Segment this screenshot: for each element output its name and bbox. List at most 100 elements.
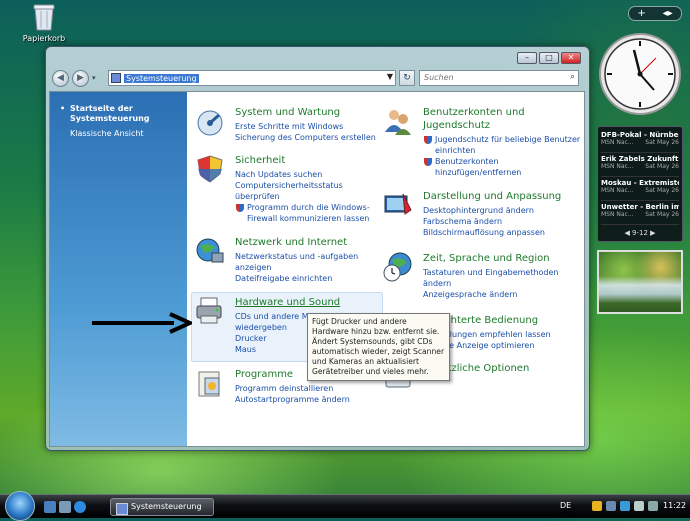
news-date: Sat May 26 [645, 211, 679, 218]
language-indicator[interactable]: DE [560, 501, 571, 510]
user-accounts-icon [383, 106, 413, 136]
task-link[interactable]: Dateifreigabe einrichten [235, 273, 385, 284]
category-title[interactable]: Zeit, Sprache und Region [423, 252, 583, 265]
taskbar-button-systemsteuerung[interactable]: Systemsteuerung [110, 498, 214, 516]
internet-explorer-icon[interactable] [74, 501, 86, 513]
task-link[interactable]: Sicherung des Computers erstellen [235, 132, 385, 143]
news-headline: DFB-Pokal - Nürnber... [601, 131, 679, 139]
news-source: MSN Nac... [601, 163, 634, 170]
category-security[interactable]: Sicherheit Nach Updates suchen Computers… [195, 154, 385, 224]
gadget-nav-icon[interactable]: ◂▸ [663, 8, 673, 19]
category-system[interactable]: System und Wartung Erste Schritte mit Wi… [195, 106, 385, 143]
task-link-admin[interactable]: Benutzerkonten hinzufügen/entfernen [423, 156, 583, 178]
task-link[interactable]: Farbschema ändern [423, 216, 583, 227]
recycle-bin-icon [32, 2, 56, 32]
gadget-toolbar: + ◂▸ [628, 6, 682, 21]
security-shield-icon [195, 154, 225, 184]
security-alert-icon[interactable] [592, 501, 602, 511]
news-headline: Moskau - Extremiste... [601, 179, 679, 187]
recent-pages-dropdown-icon[interactable]: ▾ [92, 74, 96, 82]
programs-icon [195, 368, 225, 398]
appearance-icon [383, 190, 413, 220]
task-link[interactable]: Netzwerkstatus und -aufgaben anzeigen [235, 251, 385, 273]
news-date: Sat May 26 [645, 163, 679, 170]
category-time-language[interactable]: Zeit, Sprache und Region Tastaturen und … [383, 252, 583, 300]
news-item[interactable]: Unwetter - Berlin im... MSN Nac... Sat Ma… [601, 201, 679, 225]
minimize-button[interactable]: – [517, 52, 537, 64]
task-link[interactable]: Tastaturen und Eingabemethoden ändern [423, 267, 583, 289]
start-button[interactable] [5, 491, 35, 521]
news-item[interactable]: Erik Zabels Zukunft -... MSN Nac... Sat M… [601, 153, 679, 177]
clock-globe-icon [383, 252, 413, 282]
category-title[interactable]: Sicherheit [235, 154, 385, 167]
tray-app-icon[interactable] [606, 501, 616, 511]
content-area: Startseite der Systemsteuerung Klassisch… [49, 91, 585, 447]
clock-time[interactable]: 11:22 [663, 501, 686, 510]
news-date: Sat May 26 [645, 187, 679, 194]
category-title[interactable]: Netzwerk und Internet [235, 236, 385, 249]
task-link[interactable]: Computersicherheitsstatus überprüfen [235, 180, 385, 202]
search-icon[interactable]: ⌕ [570, 72, 575, 82]
task-link[interactable]: Anzeigesprache ändern [423, 289, 583, 300]
task-link[interactable]: Autostartprogramme ändern [235, 394, 385, 405]
system-maintenance-icon [195, 106, 225, 136]
back-button[interactable]: ◀ [52, 69, 69, 87]
add-gadget-icon[interactable]: + [637, 8, 645, 19]
sidebar-item-home[interactable]: Startseite der Systemsteuerung [58, 104, 179, 124]
news-item[interactable]: Moskau - Extremiste... MSN Nac... Sat May… [601, 177, 679, 201]
news-pager-label: 9-12 [632, 229, 648, 237]
annotation-arrow-icon [92, 312, 192, 334]
category-title[interactable]: Hardware und Sound [235, 296, 385, 309]
forward-button[interactable]: ▶ [72, 69, 89, 87]
category-title[interactable]: Benutzerkonten und Jugendschutz [423, 106, 583, 132]
category-panel: System und Wartung Erste Schritte mit Wi… [187, 92, 584, 446]
search-placeholder: Suchen [424, 73, 454, 82]
news-source: MSN Nac... [601, 187, 634, 194]
volume-icon[interactable] [634, 501, 644, 511]
news-source: MSN Nac... [601, 211, 634, 218]
news-pager[interactable]: ◀ 9-12 ▶ [601, 229, 679, 237]
address-text: Systemsteuerung [124, 73, 199, 83]
hardware-sound-tooltip: Fügt Drucker und andere Hardware hinzu b… [307, 313, 450, 381]
category-network[interactable]: Netzwerk und Internet Netzwerkstatus und… [195, 236, 385, 284]
taskbar: Systemsteuerung DE 11:22 [0, 491, 690, 521]
address-bar[interactable]: Systemsteuerung ▼ [108, 70, 396, 86]
news-source: MSN Nac... [601, 139, 634, 146]
task-link-admin[interactable]: Jugendschutz für beliebige Benutzer einr… [423, 134, 583, 156]
recycle-bin-desktop-icon[interactable]: Papierkorb [22, 2, 66, 43]
task-link[interactable]: Erste Schritte mit Windows [235, 121, 385, 132]
news-item[interactable]: DFB-Pokal - Nürnber... MSN Nac... Sat May… [601, 129, 679, 153]
address-dropdown-icon[interactable]: ▼ [387, 72, 393, 81]
sidebar: Startseite der Systemsteuerung Klassisch… [50, 92, 187, 446]
category-appearance[interactable]: Darstellung und Anpassung Desktophinterg… [383, 190, 583, 238]
control-panel-icon [111, 73, 121, 83]
task-link[interactable]: Desktophintergrund ändern [423, 205, 583, 216]
clock-gadget[interactable] [598, 32, 682, 116]
category-title[interactable]: System und Wartung [235, 106, 385, 119]
switch-windows-icon[interactable] [59, 501, 71, 513]
network-tray-icon[interactable] [620, 501, 630, 511]
task-link-admin[interactable]: Programm durch die Windows-Firewall komm… [235, 202, 385, 224]
task-link[interactable]: Nach Updates suchen [235, 169, 385, 180]
maximize-button[interactable]: □ [539, 52, 559, 64]
control-panel-window: – □ ✕ ◀ ▶ ▾ Systemsteuerung ▼ ↻ Suchen ⌕… [45, 46, 590, 451]
task-link[interactable]: Programm deinstallieren [235, 383, 385, 394]
sidebar-item-classic-view[interactable]: Klassische Ansicht [58, 129, 179, 139]
news-feed-gadget: DFB-Pokal - Nürnber... MSN Nac... Sat May… [597, 126, 683, 242]
show-desktop-icon[interactable] [44, 501, 56, 513]
close-button[interactable]: ✕ [561, 52, 581, 64]
network-globe-icon [195, 236, 225, 266]
category-title[interactable]: Darstellung und Anpassung [423, 190, 583, 203]
category-user-accounts[interactable]: Benutzerkonten und Jugendschutz Jugendsc… [383, 106, 583, 178]
search-input[interactable]: Suchen ⌕ [419, 70, 579, 86]
refresh-button[interactable]: ↻ [399, 70, 415, 86]
recycle-bin-label: Papierkorb [22, 34, 66, 43]
news-date: Sat May 26 [645, 139, 679, 146]
news-headline: Unwetter - Berlin im... [601, 203, 679, 211]
tray-misc-icon[interactable] [648, 501, 658, 511]
news-headline: Erik Zabels Zukunft -... [601, 155, 679, 163]
slideshow-gadget-image[interactable] [597, 250, 683, 314]
printer-hardware-icon [195, 296, 225, 326]
window-controls: – □ ✕ [517, 52, 581, 64]
task-link[interactable]: Bildschirmauflösung anpassen [423, 227, 583, 238]
